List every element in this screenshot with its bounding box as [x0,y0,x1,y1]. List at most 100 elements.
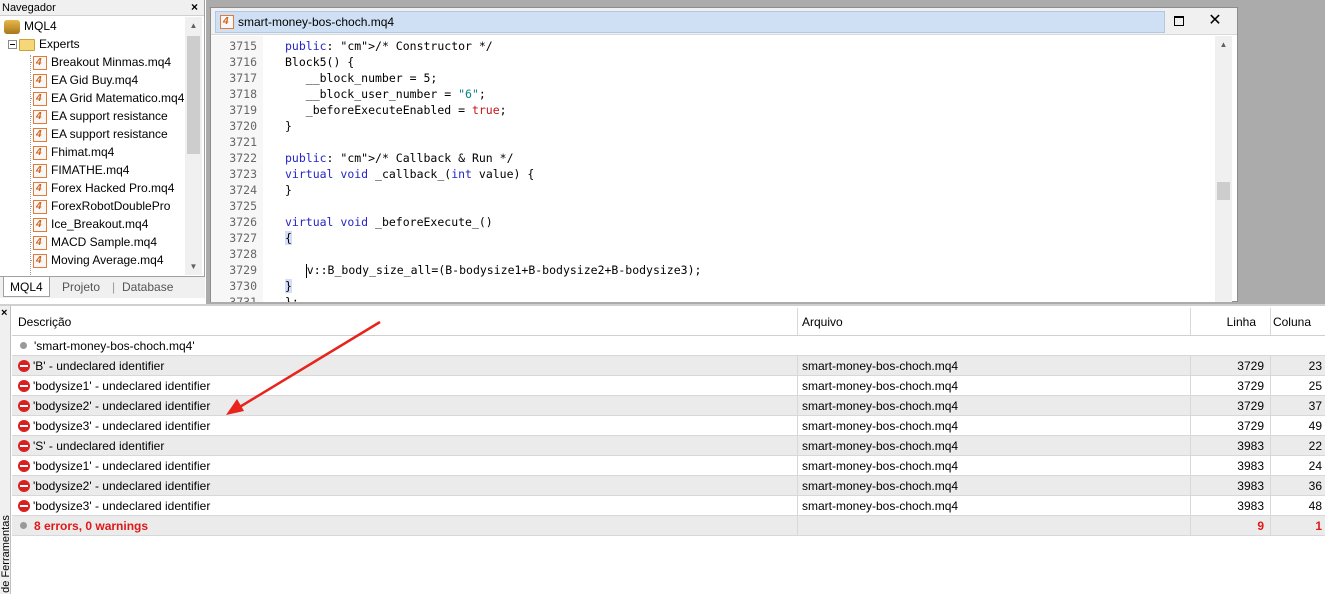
column-header-line[interactable]: Linha [1191,308,1271,335]
summary-col: 1 [1315,519,1322,533]
error-row[interactable]: 'bodysize1' - undeclared identifier smart… [12,376,1325,396]
code-line[interactable]: 3717 __block_number = 5; [211,70,1215,86]
file-row[interactable]: 'smart-money-bos-choch.mq4' [12,336,1325,356]
code-line[interactable]: 3720} [211,118,1215,134]
scroll-down-icon[interactable]: ▼ [185,258,202,275]
error-description: 'bodysize3' - undeclared identifier [33,499,211,513]
tree-item-file[interactable]: 4 Ice_Breakout.mq4 [0,215,184,233]
code-text: } [285,119,292,133]
summary-row[interactable]: 8 errors, 0 warnings 9 1 [12,516,1325,536]
mq4-file-icon: 4 [220,15,234,29]
tree-item-file[interactable]: 4 Forex Hacked Pro.mq4 [0,179,184,197]
tab-mql4[interactable]: MQL4 [3,277,50,297]
code-line[interactable]: 3728 [211,246,1215,262]
maximize-button[interactable] [1169,12,1189,30]
column-header-description[interactable]: Descrição [12,308,798,335]
mq4-file-icon: 4 [33,235,47,250]
editor-scrollbar[interactable]: ▲ [1215,36,1232,302]
close-button[interactable]: ✕ [1205,12,1225,30]
line-number: 3718 [229,87,257,101]
code-editor-window: 4 smart-money-bos-choch.mq4 ✕ 3715 public… [210,7,1238,302]
error-file: smart-money-bos-choch.mq4 [798,476,1191,495]
error-row[interactable]: 'S' - undeclared identifier smart-money-b… [12,436,1325,456]
error-icon [18,499,30,512]
code-line[interactable]: 3723 virtual void _callback_(int value) { [211,166,1215,182]
error-row[interactable]: 'bodysize2' - undeclared identifier smart… [12,396,1325,416]
error-row[interactable]: 'bodysize1' - undeclared identifier smart… [12,456,1325,476]
code-line[interactable]: 3731}; [211,294,1215,302]
error-description: 'bodysize1' - undeclared identifier [33,459,211,473]
error-column: 49 [1308,419,1322,433]
code-text: public: "cm">/* Constructor */ [285,39,493,53]
summary-dot-icon [20,522,27,530]
code-line[interactable]: 3725 [211,198,1215,214]
toolbox-close-icon[interactable]: × [1,307,7,319]
code-text: { [285,231,292,245]
tree-label: Moving Average.mq4 [51,253,164,267]
mq4-file-icon: 4 [33,109,47,124]
tree-item-file[interactable]: 4 ForexRobotDoublePro [0,197,184,215]
code-line[interactable]: 3722 public: "cm">/* Callback & Run */ [211,150,1215,166]
tree-label: Experts [39,37,80,51]
column-header-file[interactable]: Arquivo [798,308,1191,335]
code-text: virtual void _beforeExecute_() [285,215,493,229]
tree-item-file[interactable]: 4 FIMATHE.mq4 [0,161,184,179]
tree-item-file[interactable]: 4 EA support resistance [0,107,184,125]
tree-item-file[interactable]: 4 EA Grid Matematico.mq4 [0,89,184,107]
error-description: 'bodysize2' - undeclared identifier [33,479,211,493]
tree-item-file[interactable]: 4 EA Gid Buy.mq4 [0,71,184,89]
tree-item-experts[interactable]: Experts [0,35,184,53]
error-description: 'bodysize3' - undeclared identifier [33,419,211,433]
tree-item-file[interactable]: 4 MACD Sample.mq4 [0,233,184,251]
tree-item-file[interactable]: 4 Moving Average.mq4 [0,251,184,269]
code-line[interactable]: 3727 { [211,230,1215,246]
tree-item-file[interactable]: 4 EA support resistance [0,125,184,143]
error-row[interactable]: 'B' - undeclared identifier smart-money-b… [12,356,1325,376]
scroll-thumb[interactable] [187,36,200,154]
code-line[interactable]: 3719 _beforeExecuteEnabled = true; [211,102,1215,118]
code-line[interactable]: 3715 public: "cm">/* Constructor */ [211,38,1215,54]
error-icon [18,359,30,372]
column-header-column[interactable]: Coluna [1271,308,1325,335]
error-column: 25 [1308,379,1322,393]
error-row[interactable]: 'bodysize2' - undeclared identifier smart… [12,476,1325,496]
error-file: smart-money-bos-choch.mq4 [798,436,1191,455]
code-line[interactable]: 3729 v::B_body_size_all=(B-bodysize1+B-b… [211,262,1215,278]
document-tab[interactable]: 4 smart-money-bos-choch.mq4 [215,11,1325,33]
error-row[interactable]: 'bodysize3' - undeclared identifier smart… [12,496,1325,516]
code-line[interactable]: 3718 __block_user_number = "6"; [211,86,1215,102]
error-row[interactable]: 'bodysize3' - undeclared identifier smart… [12,416,1325,436]
error-description: 'bodysize1' - undeclared identifier [33,379,211,393]
tree-item-file[interactable]: 4 Fhimat.mq4 [0,143,184,161]
error-icon [18,419,30,432]
code-area[interactable]: 3715 public: "cm">/* Constructor */ 3716 Bl… [211,36,1215,302]
code-line[interactable]: 3730} [211,278,1215,294]
error-line: 3983 [1191,436,1271,455]
errors-table: Descrição Arquivo Linha Coluna 'smart-mo… [12,308,1325,536]
line-number: 3720 [229,119,257,133]
error-column: 24 [1308,459,1322,473]
navigator-scrollbar[interactable]: ▲ ▼ [185,17,202,275]
tab-projeto[interactable]: Projeto [62,277,100,297]
navigator-close-icon[interactable]: × [191,0,198,15]
code-line[interactable]: 3721 [211,134,1215,150]
tab-database[interactable]: Database [122,277,173,297]
scroll-up-icon[interactable]: ▲ [1215,36,1232,53]
scroll-thumb[interactable] [1217,182,1230,200]
tree-item-mql4[interactable]: MQL4 [0,17,184,35]
toolbox-side-bar: × a de Ferramentas [0,306,12,594]
collapse-icon[interactable] [8,40,17,50]
code-line[interactable]: 3724} [211,182,1215,198]
tree-item-file[interactable]: 4 Breakout Minmas.mq4 [0,53,184,71]
tree-label: EA support resistance [51,127,168,141]
code-line[interactable]: 3716 Block5() { [211,54,1215,70]
scroll-up-icon[interactable]: ▲ [185,17,202,34]
code-text: v::B_body_size_all=(B-bodysize1+B-bodysi… [305,263,702,278]
error-file: smart-money-bos-choch.mq4 [798,376,1191,395]
tree-label: Breakout Minmas.mq4 [51,55,172,69]
line-number: 3731 [229,295,257,302]
document-tab-title: smart-money-bos-choch.mq4 [238,15,395,29]
code-line[interactable]: 3726 virtual void _beforeExecute_() [211,214,1215,230]
file-row-label: 'smart-money-bos-choch.mq4' [34,339,195,353]
error-column: 22 [1308,439,1322,453]
